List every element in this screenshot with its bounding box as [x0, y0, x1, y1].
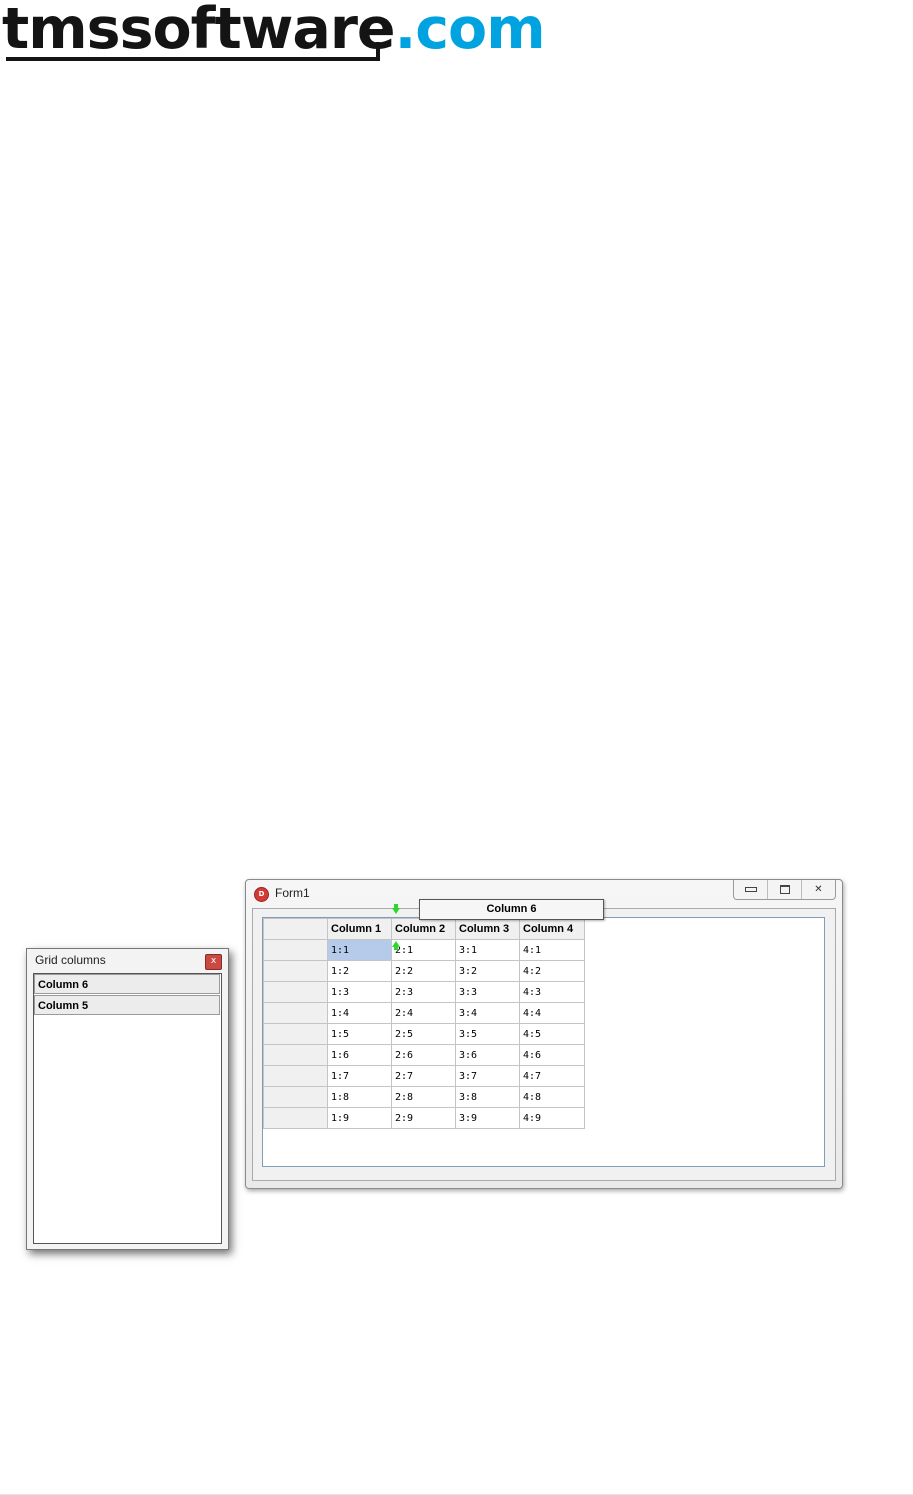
logo-underline [6, 57, 379, 61]
grid-cell[interactable]: 2:6 [391, 1044, 456, 1066]
table-row: 1:2 2:2 3:2 4:2 [263, 960, 585, 982]
grid-cell[interactable]: 1:9 [327, 1107, 392, 1129]
drop-arrow-up-icon [392, 941, 400, 947]
grid-cell[interactable]: 3:5 [455, 1023, 520, 1045]
drop-arrow-down-icon [392, 908, 400, 914]
grid-columns-list[interactable]: Column 6 Column 5 [33, 973, 222, 1244]
table-row: 1:3 2:3 3:3 4:3 [263, 981, 585, 1003]
row-header-cell[interactable] [263, 939, 328, 961]
grid-columns-title: Grid columns [35, 953, 106, 967]
column-header-3[interactable]: Column 3 [455, 918, 520, 940]
grid-cell[interactable]: 1:1 [327, 939, 392, 961]
window-controls: ✕ [733, 880, 836, 900]
table-row: 1:6 2:6 3:6 4:6 [263, 1044, 585, 1066]
app-icon: D [254, 887, 269, 902]
grid-cell[interactable]: 1:3 [327, 981, 392, 1003]
grid-cell[interactable]: 2:4 [391, 1002, 456, 1024]
row-header-cell[interactable] [263, 1107, 328, 1129]
grid-table: Column 1 Column 2 Column 3 Column 4 1:1 2… [263, 918, 585, 1129]
grid-cell[interactable]: 3:9 [455, 1107, 520, 1129]
grid-cell[interactable]: 1:2 [327, 960, 392, 982]
table-row: 1:4 2:4 3:4 4:4 [263, 1002, 585, 1024]
column-header-1[interactable]: Column 1 [327, 918, 392, 940]
grid-cell[interactable]: 3:6 [455, 1044, 520, 1066]
row-header-cell[interactable] [263, 1023, 328, 1045]
grid-cell[interactable]: 2:9 [391, 1107, 456, 1129]
close-icon[interactable]: x [205, 954, 222, 970]
grid-cell[interactable]: 3:3 [455, 981, 520, 1003]
minimize-button[interactable] [734, 880, 767, 899]
row-header-cell[interactable] [263, 1044, 328, 1066]
table-row: 1:9 2:9 3:9 4:9 [263, 1107, 585, 1129]
column-header-4[interactable]: Column 4 [519, 918, 585, 940]
grid-cell[interactable]: 3:1 [455, 939, 520, 961]
table-row: 1:7 2:7 3:7 4:7 [263, 1065, 585, 1087]
grid-cell[interactable]: 2:2 [391, 960, 456, 982]
row-header-cell[interactable] [263, 981, 328, 1003]
close-icon: ✕ [814, 884, 823, 895]
logo-main-text: tmssoftware [2, 0, 396, 62]
minimize-icon [744, 887, 757, 892]
row-header-cell[interactable] [263, 960, 328, 982]
close-button[interactable]: ✕ [801, 880, 835, 899]
string-grid[interactable]: Column 1 Column 2 Column 3 Column 4 1:1 2… [262, 917, 825, 1167]
form1-window: D Form1 ✕ Column 1 Column 2 Column 3 Col… [245, 879, 843, 1189]
grid-cell[interactable]: 1:4 [327, 1002, 392, 1024]
table-row: 1:8 2:8 3:8 4:8 [263, 1086, 585, 1108]
grid-body: 1:1 2:1 3:1 4:1 1:2 2:2 3:2 4:2 1:3 2:3 3:3 4:3 1:4 2… [263, 939, 585, 1129]
logo-dot: . [394, 0, 417, 62]
grid-cell[interactable]: 3:8 [455, 1086, 520, 1108]
logo-underline-hook [376, 42, 380, 61]
grid-cell[interactable]: 1:5 [327, 1023, 392, 1045]
grid-cell[interactable]: 4:9 [519, 1107, 585, 1129]
restore-icon [779, 885, 790, 894]
dragged-column-header[interactable]: Column 6 [419, 899, 604, 920]
table-row: 1:1 2:1 3:1 4:1 [263, 939, 585, 961]
list-item-column-5[interactable]: Column 5 [34, 995, 220, 1015]
grid-cell[interactable]: 4:7 [519, 1065, 585, 1087]
row-header-cell[interactable] [263, 1065, 328, 1087]
grid-cell[interactable]: 2:5 [391, 1023, 456, 1045]
grid-cell[interactable]: 4:8 [519, 1086, 585, 1108]
grid-cell[interactable]: 2:8 [391, 1086, 456, 1108]
window-title: Form1 [275, 886, 310, 900]
logo-tld-text: com [415, 0, 545, 62]
grid-cell[interactable]: 1:6 [327, 1044, 392, 1066]
table-row: 1:5 2:5 3:5 4:5 [263, 1023, 585, 1045]
grid-cell[interactable]: 3:2 [455, 960, 520, 982]
grid-cell[interactable]: 4:3 [519, 981, 585, 1003]
row-header-cell[interactable] [263, 1002, 328, 1024]
tmssoftware-logo: tmssoftware.com [0, 0, 546, 70]
grid-cell[interactable]: 4:5 [519, 1023, 585, 1045]
column-header-2[interactable]: Column 2 [391, 918, 456, 940]
grid-cell[interactable]: 2:7 [391, 1065, 456, 1087]
list-item-column-6[interactable]: Column 6 [34, 974, 220, 994]
row-header-cell[interactable] [263, 1086, 328, 1108]
form-client-area: Column 1 Column 2 Column 3 Column 4 1:1 2… [252, 908, 836, 1181]
grid-cell[interactable]: 3:7 [455, 1065, 520, 1087]
grid-header-row: Column 1 Column 2 Column 3 Column 4 [263, 918, 585, 940]
grid-cell[interactable]: 4:1 [519, 939, 585, 961]
grid-cell[interactable]: 2:1 [391, 939, 456, 961]
grid-cell[interactable]: 1:8 [327, 1086, 392, 1108]
grid-cell[interactable]: 1:7 [327, 1065, 392, 1087]
restore-button[interactable] [767, 880, 801, 899]
grid-columns-window: Grid columns x Column 6 Column 5 [26, 948, 229, 1250]
grid-corner-cell [263, 918, 328, 940]
grid-cell[interactable]: 2:3 [391, 981, 456, 1003]
grid-cell[interactable]: 4:4 [519, 1002, 585, 1024]
grid-cell[interactable]: 4:2 [519, 960, 585, 982]
grid-cell[interactable]: 4:6 [519, 1044, 585, 1066]
grid-cell[interactable]: 3:4 [455, 1002, 520, 1024]
